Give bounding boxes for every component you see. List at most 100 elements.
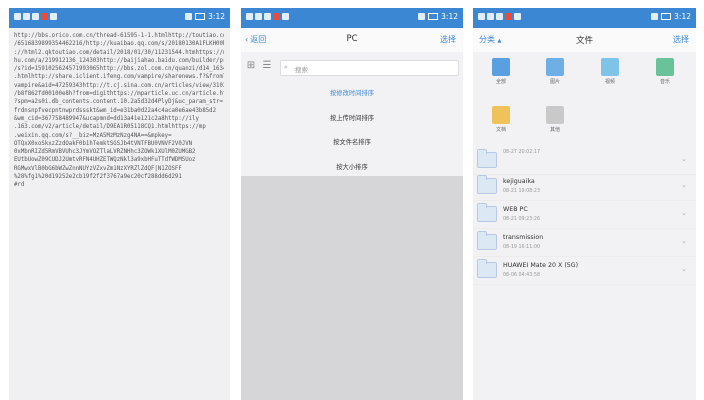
category-grid: 全部 图片 视频 音乐 文档 其他 <box>473 52 696 148</box>
category-images[interactable]: 图片 <box>535 52 575 85</box>
menu-overlay[interactable] <box>241 176 463 400</box>
chevron-down-icon[interactable]: ⌄ <box>681 155 687 163</box>
list-item[interactable]: HUAWEI Mate 20 X (5G) 08-06 04:43:58 ⌄ <box>473 256 696 285</box>
text-line: /6516839899354462216/http://kuaibao.qq.c… <box>14 41 224 48</box>
app-notification-icon <box>514 13 521 20</box>
file-name: HUAWEI Mate 20 X (5G) <box>503 262 579 269</box>
list-item[interactable]: kejiguaika 08-21 19:08:23 ⌄ <box>473 172 696 201</box>
signal-icon <box>651 13 659 20</box>
notification-icon <box>246 13 253 20</box>
text-line: ://html2.qktoutiao.com/detail/2018/01/30… <box>14 49 224 56</box>
status-time: 3:12 <box>441 12 458 21</box>
battery-icon <box>428 13 439 20</box>
category-label: 文档 <box>495 127 506 133</box>
text-line: &wm_cid=367758489947&ucapmnd=dd13a41e121… <box>14 115 199 122</box>
folder-icon <box>477 175 497 194</box>
chevron-down-icon[interactable]: ⌄ <box>681 265 687 273</box>
category-docs[interactable]: 文档 <box>481 100 521 133</box>
text-line: RGMwxVlB0bG6bWZwZnnNUYzVZxvZm1NzXYRZlZdQ… <box>14 165 182 172</box>
text-line: /b8f862fd00100e8h?from=digithttps://mpar… <box>14 91 224 98</box>
toolbar: ⊞ ☰ ⌕ 搜索 <box>241 56 463 78</box>
file-date: 08-21 19:08:23 <box>503 189 541 194</box>
video-icon <box>601 58 619 76</box>
file-name: kejiguaika <box>503 178 535 185</box>
app-notification-icon <box>273 13 280 20</box>
image-icon <box>546 58 564 76</box>
folder-icon <box>492 58 510 76</box>
document-icon <box>492 106 510 124</box>
folder-icon <box>477 259 497 278</box>
battery-icon <box>195 13 206 20</box>
status-time: 3:12 <box>208 12 225 21</box>
url-text-block[interactable]: http://bbs.orico.com.cn/thread-61595-1-1… <box>14 32 224 190</box>
text-line: vampire&aid=47259343http://t.cj.sina.com… <box>14 82 224 89</box>
nav-header: 分类 ▲ 文件 选择 <box>473 28 696 52</box>
category-label: 全部 <box>495 79 506 85</box>
category-all[interactable]: 全部 <box>481 52 521 85</box>
status-bar: 3:12 <box>9 8 230 28</box>
sort-option-uploaded[interactable]: 按上传时间排序 <box>241 113 463 122</box>
music-icon <box>656 58 674 76</box>
status-bar: 3:12 <box>473 8 696 28</box>
sort-icon[interactable]: ☰ <box>261 60 273 72</box>
signal-icon <box>418 13 426 20</box>
file-name: transmission <box>503 234 544 241</box>
message-icon <box>255 13 262 20</box>
search-input[interactable]: ⌕ 搜索 <box>280 60 459 76</box>
text-line: ?spm=a2s0i.db_contents.content.10.2a5d32… <box>14 99 223 106</box>
folder-icon <box>477 231 497 250</box>
list-item[interactable]: WEB PC 08-21 09:23:26 ⌄ <box>473 200 696 229</box>
notification-icon <box>478 13 485 20</box>
category-label: 视频 <box>604 79 615 85</box>
text-line: frdnsnpfvecpntnwprdssskt&wm_id=e31ba0d22… <box>14 107 217 114</box>
wifi-icon <box>32 13 39 20</box>
file-date: 08-27 20:02:17 <box>503 150 541 155</box>
text-line: OTQxX0xoSkxzZzdOakF0b1hTemktSGSJb4tVNTFB… <box>14 140 193 147</box>
status-time: 3:12 <box>674 12 691 21</box>
category-label: 其他 <box>549 127 560 133</box>
select-button[interactable]: 选择 <box>673 34 689 45</box>
folder-icon <box>477 203 497 222</box>
wifi-icon <box>496 13 503 20</box>
phone-screen-text: 3:12 http://bbs.orico.com.cn/thread-6159… <box>9 8 230 400</box>
text-line: .weixin.qq.com/s?__biz=MzA5MzMzNzg4NA==&… <box>14 132 172 139</box>
list-item[interactable]: transmission 08-19 16:11:00 ⌄ <box>473 228 696 257</box>
text-line: .163.com/v2/article/detail/D9EA1R05118CQ… <box>14 124 206 131</box>
file-date: 08-21 09:23:26 <box>503 217 541 222</box>
phone-screen-pc-folder: 3:12 ‹ 返回 PC 选择 ⊞ ☰ ⌕ 搜索 按修改时间排序 按上传时间排序… <box>241 8 463 400</box>
category-label: 图片 <box>549 79 560 85</box>
text-line: %28%fg1%20d19252e2cb19f2f2f3767a9ec20cf2… <box>14 174 182 181</box>
page-title: PC <box>346 34 358 44</box>
search-icon: ⌕ <box>284 63 288 71</box>
sort-option-size[interactable]: 按大小排序 <box>241 162 463 171</box>
chevron-down-icon[interactable]: ⌄ <box>681 181 687 189</box>
app-notification-icon <box>50 13 57 20</box>
sort-menu: 按修改时间排序 按上传时间排序 按文件名排序 按大小排序 <box>241 78 463 171</box>
app-notification-icon <box>282 13 289 20</box>
chevron-down-icon[interactable]: ⌄ <box>681 209 687 217</box>
app-notification-icon <box>41 13 48 20</box>
category-video[interactable]: 视频 <box>590 52 630 85</box>
select-button[interactable]: 选择 <box>440 34 456 45</box>
phone-screen-files: 3:12 分类 ▲ 文件 选择 全部 图片 视频 音乐 文档 其他 08-27 … <box>473 8 696 400</box>
notification-icon <box>14 13 21 20</box>
text-line: http://bbs.orico.com.cn/thread-61595-1-1… <box>14 33 224 39</box>
chevron-down-icon[interactable]: ⌄ <box>681 237 687 245</box>
sort-option-modified[interactable]: 按修改时间排序 <box>241 88 463 97</box>
app-notification-icon <box>505 13 512 20</box>
status-bar: 3:12 <box>241 8 463 28</box>
sort-option-name[interactable]: 按文件名排序 <box>241 137 463 146</box>
text-line: .htmlhttp://share.iclient.ifeng.com/vamp… <box>14 74 224 81</box>
text-line: /s?id=1591025624571993065http://bbs.zol.… <box>14 66 224 73</box>
signal-icon <box>185 13 193 20</box>
message-icon <box>487 13 494 20</box>
wifi-icon <box>264 13 271 20</box>
category-music[interactable]: 音乐 <box>645 52 685 85</box>
file-date: 08-06 04:43:58 <box>503 273 541 278</box>
list-item[interactable]: 08-27 20:02:17 ⌄ <box>473 146 696 175</box>
category-label: 音乐 <box>659 79 670 85</box>
text-line: 0xMbnRIZd5RmVBVUhc3JYmVOZTlaLVRZNHhc3ZOW… <box>14 149 196 156</box>
search-placeholder: 搜索 <box>295 66 308 74</box>
category-other[interactable]: 其他 <box>535 100 575 133</box>
add-icon[interactable]: ⊞ <box>245 60 257 72</box>
